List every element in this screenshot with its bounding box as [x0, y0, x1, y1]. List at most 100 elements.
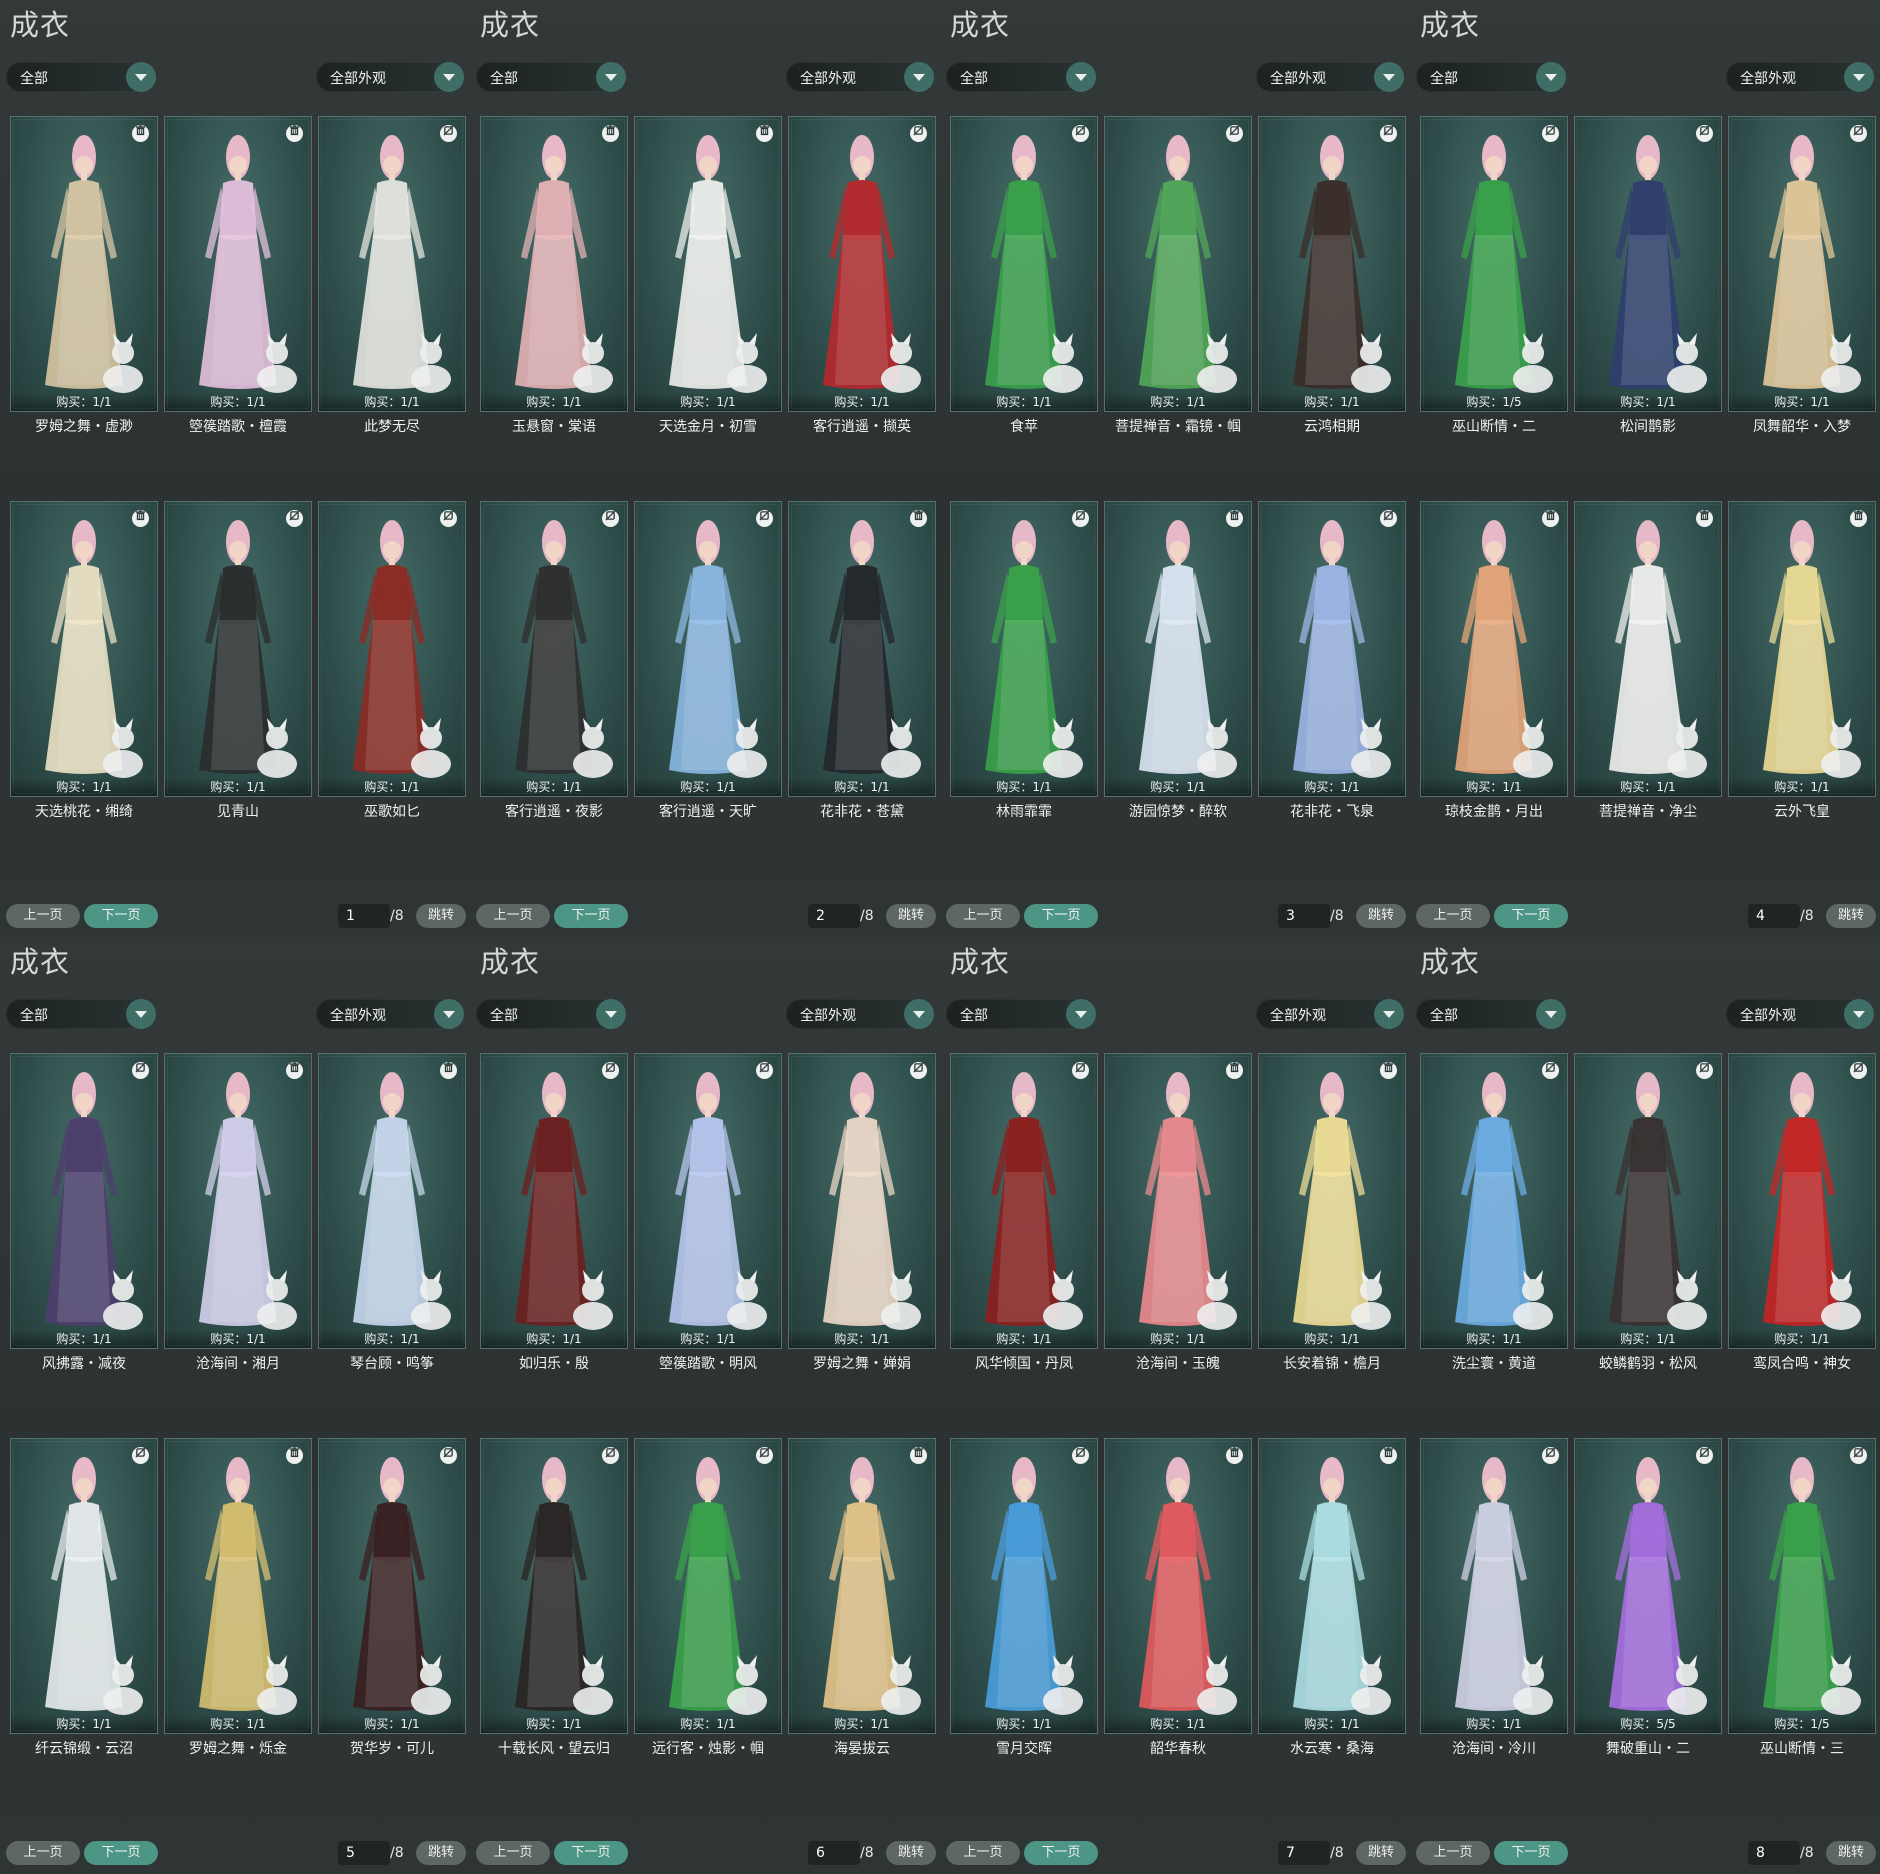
- appearance-filter-dropdown[interactable]: 全部外观: [786, 999, 934, 1029]
- jump-button[interactable]: 跳转: [1826, 1841, 1876, 1865]
- outfit-preview[interactable]: 购买：1/1: [634, 501, 782, 797]
- trash-icon[interactable]: [1380, 1062, 1397, 1079]
- outfit-preview[interactable]: 购买：1/1: [950, 1053, 1098, 1349]
- prev-page-button[interactable]: 上一页: [6, 904, 80, 928]
- outfit-card[interactable]: 购买：1/1 风华倾国・丹凤: [950, 1053, 1098, 1408]
- hide-icon[interactable]: [1542, 125, 1559, 142]
- outfit-card[interactable]: 购买：1/1 天选金月・初雪: [634, 116, 782, 471]
- page-number-input[interactable]: 2: [808, 904, 860, 928]
- outfit-card[interactable]: 购买：1/1 箜篌踏歌・檀霞: [164, 116, 312, 471]
- outfit-card[interactable]: 购买：1/1 琴台顾・鸣筝: [318, 1053, 466, 1408]
- trash-icon[interactable]: [286, 1062, 303, 1079]
- category-dropdown[interactable]: 全部: [946, 62, 1096, 92]
- outfit-preview[interactable]: 购买：1/5: [1728, 1438, 1876, 1734]
- prev-page-button[interactable]: 上一页: [476, 904, 550, 928]
- outfit-card[interactable]: 购买：1/1 凤舞韶华・入梦: [1728, 116, 1876, 471]
- outfit-preview[interactable]: 购买：1/1: [1258, 501, 1406, 797]
- outfit-card[interactable]: 购买：1/1 罗姆之舞・烁金: [164, 1438, 312, 1793]
- outfit-card[interactable]: 购买：1/1 远行客・烛影・帼: [634, 1438, 782, 1793]
- outfit-preview[interactable]: 购买：1/1: [318, 501, 466, 797]
- outfit-preview[interactable]: 购买：1/1: [950, 501, 1098, 797]
- hide-icon[interactable]: [1542, 1062, 1559, 1079]
- page-number-input[interactable]: 8: [1748, 1841, 1800, 1865]
- trash-icon[interactable]: [1850, 510, 1867, 527]
- jump-button[interactable]: 跳转: [1356, 904, 1406, 928]
- hide-icon[interactable]: [756, 1447, 773, 1464]
- outfit-preview[interactable]: 购买：1/1: [1258, 116, 1406, 412]
- outfit-preview[interactable]: 购买：1/1: [480, 501, 628, 797]
- appearance-filter-dropdown[interactable]: 全部外观: [1256, 62, 1404, 92]
- prev-page-button[interactable]: 上一页: [1416, 904, 1490, 928]
- outfit-preview[interactable]: 购买：1/1: [788, 1438, 936, 1734]
- appearance-filter-dropdown[interactable]: 全部外观: [316, 62, 464, 92]
- outfit-preview[interactable]: 购买：1/1: [788, 1053, 936, 1349]
- outfit-card[interactable]: 购买：1/1 蛟鳞鹤羽・松风: [1574, 1053, 1722, 1408]
- jump-button[interactable]: 跳转: [416, 1841, 466, 1865]
- chevron-down-icon[interactable]: [904, 62, 934, 92]
- category-dropdown[interactable]: 全部: [6, 62, 156, 92]
- outfit-card[interactable]: 购买：1/1 食苹: [950, 116, 1098, 471]
- hide-icon[interactable]: [602, 1447, 619, 1464]
- chevron-down-icon[interactable]: [1844, 62, 1874, 92]
- chevron-down-icon[interactable]: [434, 999, 464, 1029]
- jump-button[interactable]: 跳转: [886, 904, 936, 928]
- outfit-preview[interactable]: 购买：1/1: [1420, 1053, 1568, 1349]
- next-page-button[interactable]: 下一页: [1024, 1841, 1098, 1865]
- category-dropdown[interactable]: 全部: [946, 999, 1096, 1029]
- category-dropdown[interactable]: 全部: [1416, 62, 1566, 92]
- chevron-down-icon[interactable]: [1066, 62, 1096, 92]
- appearance-filter-dropdown[interactable]: 全部外观: [1726, 999, 1874, 1029]
- outfit-card[interactable]: 购买：1/1 菩提禅音・净尘: [1574, 501, 1722, 856]
- outfit-card[interactable]: 购买：1/1 琼枝金鹊・月出: [1420, 501, 1568, 856]
- outfit-card[interactable]: 购买：1/1 十载长风・望云归: [480, 1438, 628, 1793]
- hide-icon[interactable]: [440, 1447, 457, 1464]
- jump-button[interactable]: 跳转: [1356, 1841, 1406, 1865]
- trash-icon[interactable]: [1226, 1447, 1243, 1464]
- hide-icon[interactable]: [910, 125, 927, 142]
- outfit-card[interactable]: 购买：1/1 罗姆之舞・虚渺: [10, 116, 158, 471]
- trash-icon[interactable]: [910, 1447, 927, 1464]
- chevron-down-icon[interactable]: [1374, 999, 1404, 1029]
- hide-icon[interactable]: [602, 1062, 619, 1079]
- outfit-preview[interactable]: 购买：1/1: [1258, 1053, 1406, 1349]
- outfit-card[interactable]: 购买：1/1 客行逍遥・撷英: [788, 116, 936, 471]
- outfit-card[interactable]: 购买：1/1 沧海间・湘月: [164, 1053, 312, 1408]
- outfit-preview[interactable]: 购买：5/5: [1574, 1438, 1722, 1734]
- outfit-card[interactable]: 购买：1/1 松间鹊影: [1574, 116, 1722, 471]
- trash-icon[interactable]: [286, 125, 303, 142]
- trash-icon[interactable]: [286, 1447, 303, 1464]
- outfit-preview[interactable]: 购买：1/1: [950, 116, 1098, 412]
- outfit-preview[interactable]: 购买：1/1: [634, 1438, 782, 1734]
- hide-icon[interactable]: [756, 1062, 773, 1079]
- outfit-card[interactable]: 购买：1/1 洗尘寰・黄道: [1420, 1053, 1568, 1408]
- next-page-button[interactable]: 下一页: [1494, 1841, 1568, 1865]
- hide-icon[interactable]: [1696, 1062, 1713, 1079]
- hide-icon[interactable]: [132, 1447, 149, 1464]
- outfit-preview[interactable]: 购买：1/1: [634, 116, 782, 412]
- appearance-filter-dropdown[interactable]: 全部外观: [1726, 62, 1874, 92]
- outfit-card[interactable]: 购买：1/5 巫山断情・三: [1728, 1438, 1876, 1793]
- next-page-button[interactable]: 下一页: [554, 1841, 628, 1865]
- chevron-down-icon[interactable]: [126, 62, 156, 92]
- hide-icon[interactable]: [602, 510, 619, 527]
- outfit-card[interactable]: 购买：1/1 此梦无尽: [318, 116, 466, 471]
- trash-icon[interactable]: [1226, 1062, 1243, 1079]
- outfit-preview[interactable]: 购买：1/1: [10, 116, 158, 412]
- outfit-preview[interactable]: 购买：1/1: [1728, 501, 1876, 797]
- page-number-input[interactable]: 1: [338, 904, 390, 928]
- chevron-down-icon[interactable]: [1536, 62, 1566, 92]
- outfit-card[interactable]: 购买：1/1 箜篌踏歌・明风: [634, 1053, 782, 1408]
- appearance-filter-dropdown[interactable]: 全部外观: [1256, 999, 1404, 1029]
- next-page-button[interactable]: 下一页: [1494, 904, 1568, 928]
- outfit-preview[interactable]: 购买：1/1: [1104, 501, 1252, 797]
- jump-button[interactable]: 跳转: [1826, 904, 1876, 928]
- hide-icon[interactable]: [1850, 125, 1867, 142]
- hide-icon[interactable]: [1380, 510, 1397, 527]
- outfit-preview[interactable]: 购买：1/1: [480, 1053, 628, 1349]
- outfit-preview[interactable]: 购买：1/1: [1728, 1053, 1876, 1349]
- chevron-down-icon[interactable]: [904, 999, 934, 1029]
- prev-page-button[interactable]: 上一页: [476, 1841, 550, 1865]
- outfit-card[interactable]: 购买：1/1 巫歌如匕: [318, 501, 466, 856]
- outfit-card[interactable]: 购买：1/1 罗姆之舞・婵娟: [788, 1053, 936, 1408]
- outfit-card[interactable]: 购买：1/1 纤云锦缎・云沼: [10, 1438, 158, 1793]
